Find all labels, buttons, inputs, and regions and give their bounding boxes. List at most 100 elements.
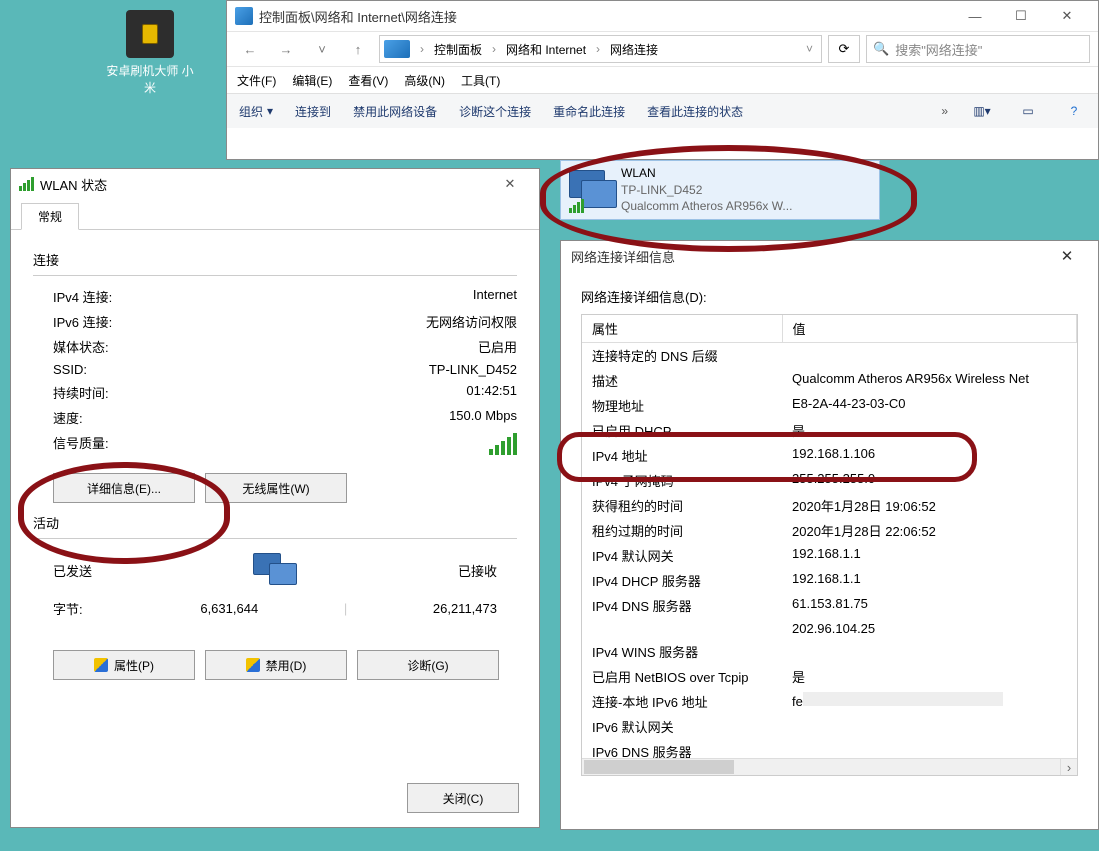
label-speed: 速度: (53, 408, 183, 427)
table-row[interactable]: IPv4 默认网关192.168.1.1 (582, 543, 1077, 568)
details-button[interactable]: 详细信息(E)... (53, 473, 195, 503)
nav-up-button[interactable]: ↑ (343, 35, 373, 63)
close-button[interactable]: ✕ (1046, 241, 1088, 271)
value-received-bytes: 26,211,473 (433, 601, 497, 616)
table-row[interactable]: IPv4 地址192.168.1.106 (582, 443, 1077, 468)
breadcrumb[interactable]: › 控制面板 › 网络和 Internet › 网络连接 ˅ (379, 35, 822, 63)
search-input[interactable]: 🔍 搜索"网络连接" (866, 35, 1090, 63)
scrollbar-thumb[interactable] (584, 760, 734, 774)
label-duration: 持续时间: (53, 383, 183, 402)
prop-value: Qualcomm Atheros AR956x Wireless Net (782, 368, 1077, 393)
connection-details-dialog: 网络连接详细信息 ✕ 网络连接详细信息(D): 属性 值 连接特定的 DNS 后… (560, 240, 1099, 830)
prop-value: 202.96.104.25 (782, 618, 1077, 639)
breadcrumb-item[interactable]: 网络连接 (606, 41, 662, 58)
disable-device-button[interactable]: 禁用此网络设备 (353, 103, 437, 120)
wlan-titlebar[interactable]: WLAN 状态 ✕ (11, 169, 539, 199)
column-value[interactable]: 值 (782, 315, 1077, 343)
table-row[interactable]: IPv4 DHCP 服务器192.168.1.1 (582, 568, 1077, 593)
table-row[interactable]: 202.96.104.25 (582, 618, 1077, 639)
connect-button[interactable]: 连接到 (295, 103, 331, 120)
menu-advanced[interactable]: 高级(N) (404, 72, 445, 89)
prop-key: 物理地址 (582, 393, 782, 418)
shield-icon (246, 658, 260, 672)
help-button[interactable]: ? (1062, 99, 1086, 123)
diagnose-button[interactable]: 诊断这个连接 (459, 103, 531, 120)
desktop-shortcut[interactable]: 安卓刷机大师 小米 (105, 10, 195, 96)
nav-back-button[interactable]: ← (235, 35, 265, 63)
control-panel-icon (235, 7, 253, 25)
table-row[interactable]: 描述Qualcomm Atheros AR956x Wireless Net (582, 368, 1077, 393)
organize-button[interactable]: 组织 ▾ (239, 103, 273, 120)
table-row[interactable]: IPv4 WINS 服务器 (582, 639, 1077, 664)
details-title: 网络连接详细信息 (571, 247, 675, 266)
breadcrumb-item[interactable]: 网络和 Internet (502, 41, 590, 58)
chevron-right-icon: › (488, 42, 500, 56)
diagnose-button[interactable]: 诊断(G) (357, 650, 499, 680)
minimize-button[interactable]: — (952, 1, 998, 31)
nav-recent-button[interactable]: ˅ (307, 35, 337, 63)
properties-button[interactable]: 属性(P) (53, 650, 195, 680)
lock-icon (126, 10, 174, 58)
menu-tools[interactable]: 工具(T) (461, 72, 500, 89)
prop-value: 192.168.1.1 (782, 568, 1077, 593)
chevron-down-icon[interactable]: ˅ (802, 42, 817, 56)
value-sent-bytes: 6,631,644 (200, 601, 258, 616)
chevron-down-icon: ▾ (267, 104, 273, 118)
close-button[interactable]: ✕ (1044, 1, 1090, 31)
menu-file[interactable]: 文件(F) (237, 72, 276, 89)
breadcrumb-item[interactable]: 控制面板 (430, 41, 486, 58)
menu-edit[interactable]: 编辑(E) (292, 72, 332, 89)
rename-button[interactable]: 重命名此连接 (553, 103, 625, 120)
prop-value (782, 714, 1077, 739)
divider (33, 275, 517, 276)
prop-key: IPv4 WINS 服务器 (582, 639, 782, 664)
prop-key: 已启用 DHCP (582, 418, 782, 443)
view-status-button[interactable]: 查看此连接的状态 (647, 103, 743, 120)
maximize-button[interactable]: ☐ (998, 1, 1044, 31)
network-adapter-icon (569, 168, 613, 212)
signal-icon (569, 199, 584, 213)
search-placeholder: 搜索"网络连接" (895, 40, 982, 59)
prop-value: 192.168.1.1 (782, 543, 1077, 568)
wireless-properties-button[interactable]: 无线属性(W) (205, 473, 347, 503)
value-ipv4-connectivity: Internet (473, 287, 517, 306)
preview-pane-button[interactable]: ▭ (1016, 99, 1040, 123)
explorer-titlebar[interactable]: 控制面板\网络和 Internet\网络连接 — ☐ ✕ (227, 1, 1098, 31)
table-row[interactable]: 物理地址E8-2A-44-23-03-C0 (582, 393, 1077, 418)
prop-key: 已启用 NetBIOS over Tcpip (582, 664, 782, 689)
details-header: 网络连接详细信息(D): (581, 287, 1078, 306)
column-property[interactable]: 属性 (582, 315, 782, 343)
adapter-name: WLAN (621, 165, 792, 182)
value-ipv6-connectivity: 无网络访问权限 (426, 312, 517, 331)
close-button[interactable]: ✕ (489, 169, 531, 199)
refresh-button[interactable]: ⟳ (828, 35, 860, 63)
wlan-title: WLAN 状态 (40, 175, 107, 194)
prop-value: 61.153.81.75 (782, 593, 1077, 618)
table-row[interactable]: 获得租约的时间2020年1月28日 19:06:52 (582, 493, 1077, 518)
table-row[interactable]: 连接-本地 IPv6 地址fe (582, 689, 1077, 714)
prop-key: IPv4 子网掩码 (582, 468, 782, 493)
table-row[interactable]: 连接特定的 DNS 后缀 (582, 343, 1077, 369)
nav-forward-button[interactable]: → (271, 35, 301, 63)
view-options-button[interactable]: ▥▾ (970, 99, 994, 123)
command-bar: 组织 ▾ 连接到 禁用此网络设备 诊断这个连接 重命名此连接 查看此连接的状态 … (227, 93, 1098, 128)
menu-view[interactable]: 查看(V) (348, 72, 388, 89)
table-row[interactable]: 租约过期的时间2020年1月28日 22:06:52 (582, 518, 1077, 543)
table-row[interactable]: IPv6 默认网关 (582, 714, 1077, 739)
horizontal-scrollbar[interactable]: › (582, 758, 1077, 775)
label-sent: 已发送 (53, 561, 92, 580)
prop-value: 255.255.255.0 (782, 468, 1077, 493)
disable-button[interactable]: 禁用(D) (205, 650, 347, 680)
table-row[interactable]: IPv4 DNS 服务器61.153.81.75 (582, 593, 1077, 618)
overflow-button[interactable]: » (941, 104, 948, 118)
scroll-right-button[interactable]: › (1060, 759, 1077, 775)
tab-general[interactable]: 常规 (21, 203, 79, 230)
network-adapter-item[interactable]: WLAN TP-LINK_D452 Qualcomm Atheros AR956… (560, 160, 880, 220)
table-row[interactable]: 已启用 NetBIOS over Tcpip是 (582, 664, 1077, 689)
details-table[interactable]: 属性 值 连接特定的 DNS 后缀描述Qualcomm Atheros AR95… (581, 314, 1078, 776)
table-row[interactable]: 已启用 DHCP是 (582, 418, 1077, 443)
table-row[interactable]: IPv4 子网掩码255.255.255.0 (582, 468, 1077, 493)
prop-key: 获得租约的时间 (582, 493, 782, 518)
chevron-right-icon: › (416, 42, 428, 56)
close-dialog-button[interactable]: 关闭(C) (407, 783, 519, 813)
